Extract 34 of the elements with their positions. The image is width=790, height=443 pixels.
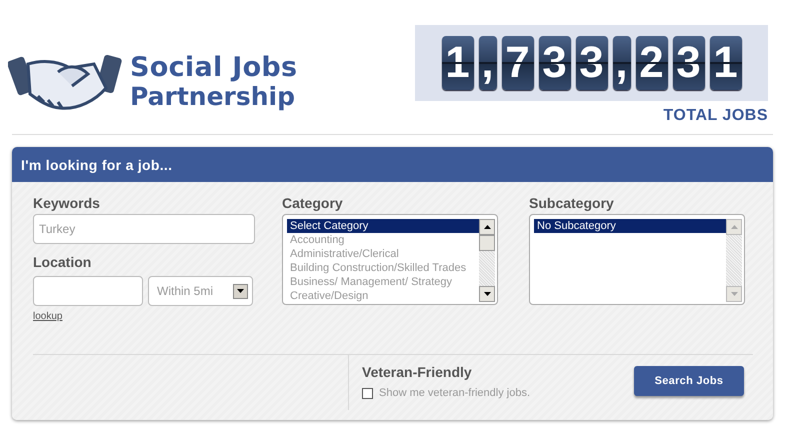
field-label: Category [282, 195, 344, 213]
counter-separator: , [478, 36, 496, 90]
logo-subtitle: Partnership [130, 82, 296, 110]
scrollbar[interactable] [726, 219, 742, 302]
counter-digit: 2 [636, 36, 668, 90]
list-box[interactable]: Select Category Accounting Administrative/Clerical Building Construction/Skilled Trades Business/ Management/ Strategy Creative/Design [282, 214, 498, 305]
list-box[interactable]: No Subcategory [529, 214, 745, 305]
location-field[interactable] [33, 276, 143, 306]
keywords-field[interactable]: Turkey [33, 214, 255, 244]
down-arrow-icon [484, 292, 490, 296]
down-arrow-icon [730, 292, 738, 296]
logo-title: Social Jobs [130, 52, 298, 82]
counter-digit: 1 [710, 36, 742, 90]
field-label: Keywords [33, 195, 101, 213]
dropdown-value: Within 5mi [157, 284, 214, 298]
checkbox-label: Show me veteran-friendly jobs. [379, 387, 530, 399]
counter-caption: TOTAL JOBS [663, 107, 768, 125]
up-arrow-icon [484, 225, 490, 229]
up-arrow-icon [730, 225, 738, 229]
counter-separator: , [612, 36, 630, 90]
search-button[interactable]: Search Jobs [634, 366, 744, 396]
list-option[interactable]: No Subcategory [534, 219, 726, 233]
list-option[interactable]: Select Category [287, 219, 479, 233]
scrollbar[interactable] [479, 219, 495, 302]
scroll-thumb[interactable] [479, 235, 495, 251]
field-label: Subcategory [529, 195, 615, 213]
section-label: Veteran-Friendly [362, 364, 473, 380]
counter-digit: 7 [502, 36, 534, 90]
dropdown-arrow-icon [237, 289, 244, 293]
veteran-checkbox[interactable] [362, 388, 373, 398]
counter-digit: 1 [442, 36, 474, 90]
panel-title: I'm looking for a job... [21, 156, 172, 172]
field-label: Location [33, 254, 92, 272]
lookup-link[interactable]: lookup [33, 311, 62, 322]
